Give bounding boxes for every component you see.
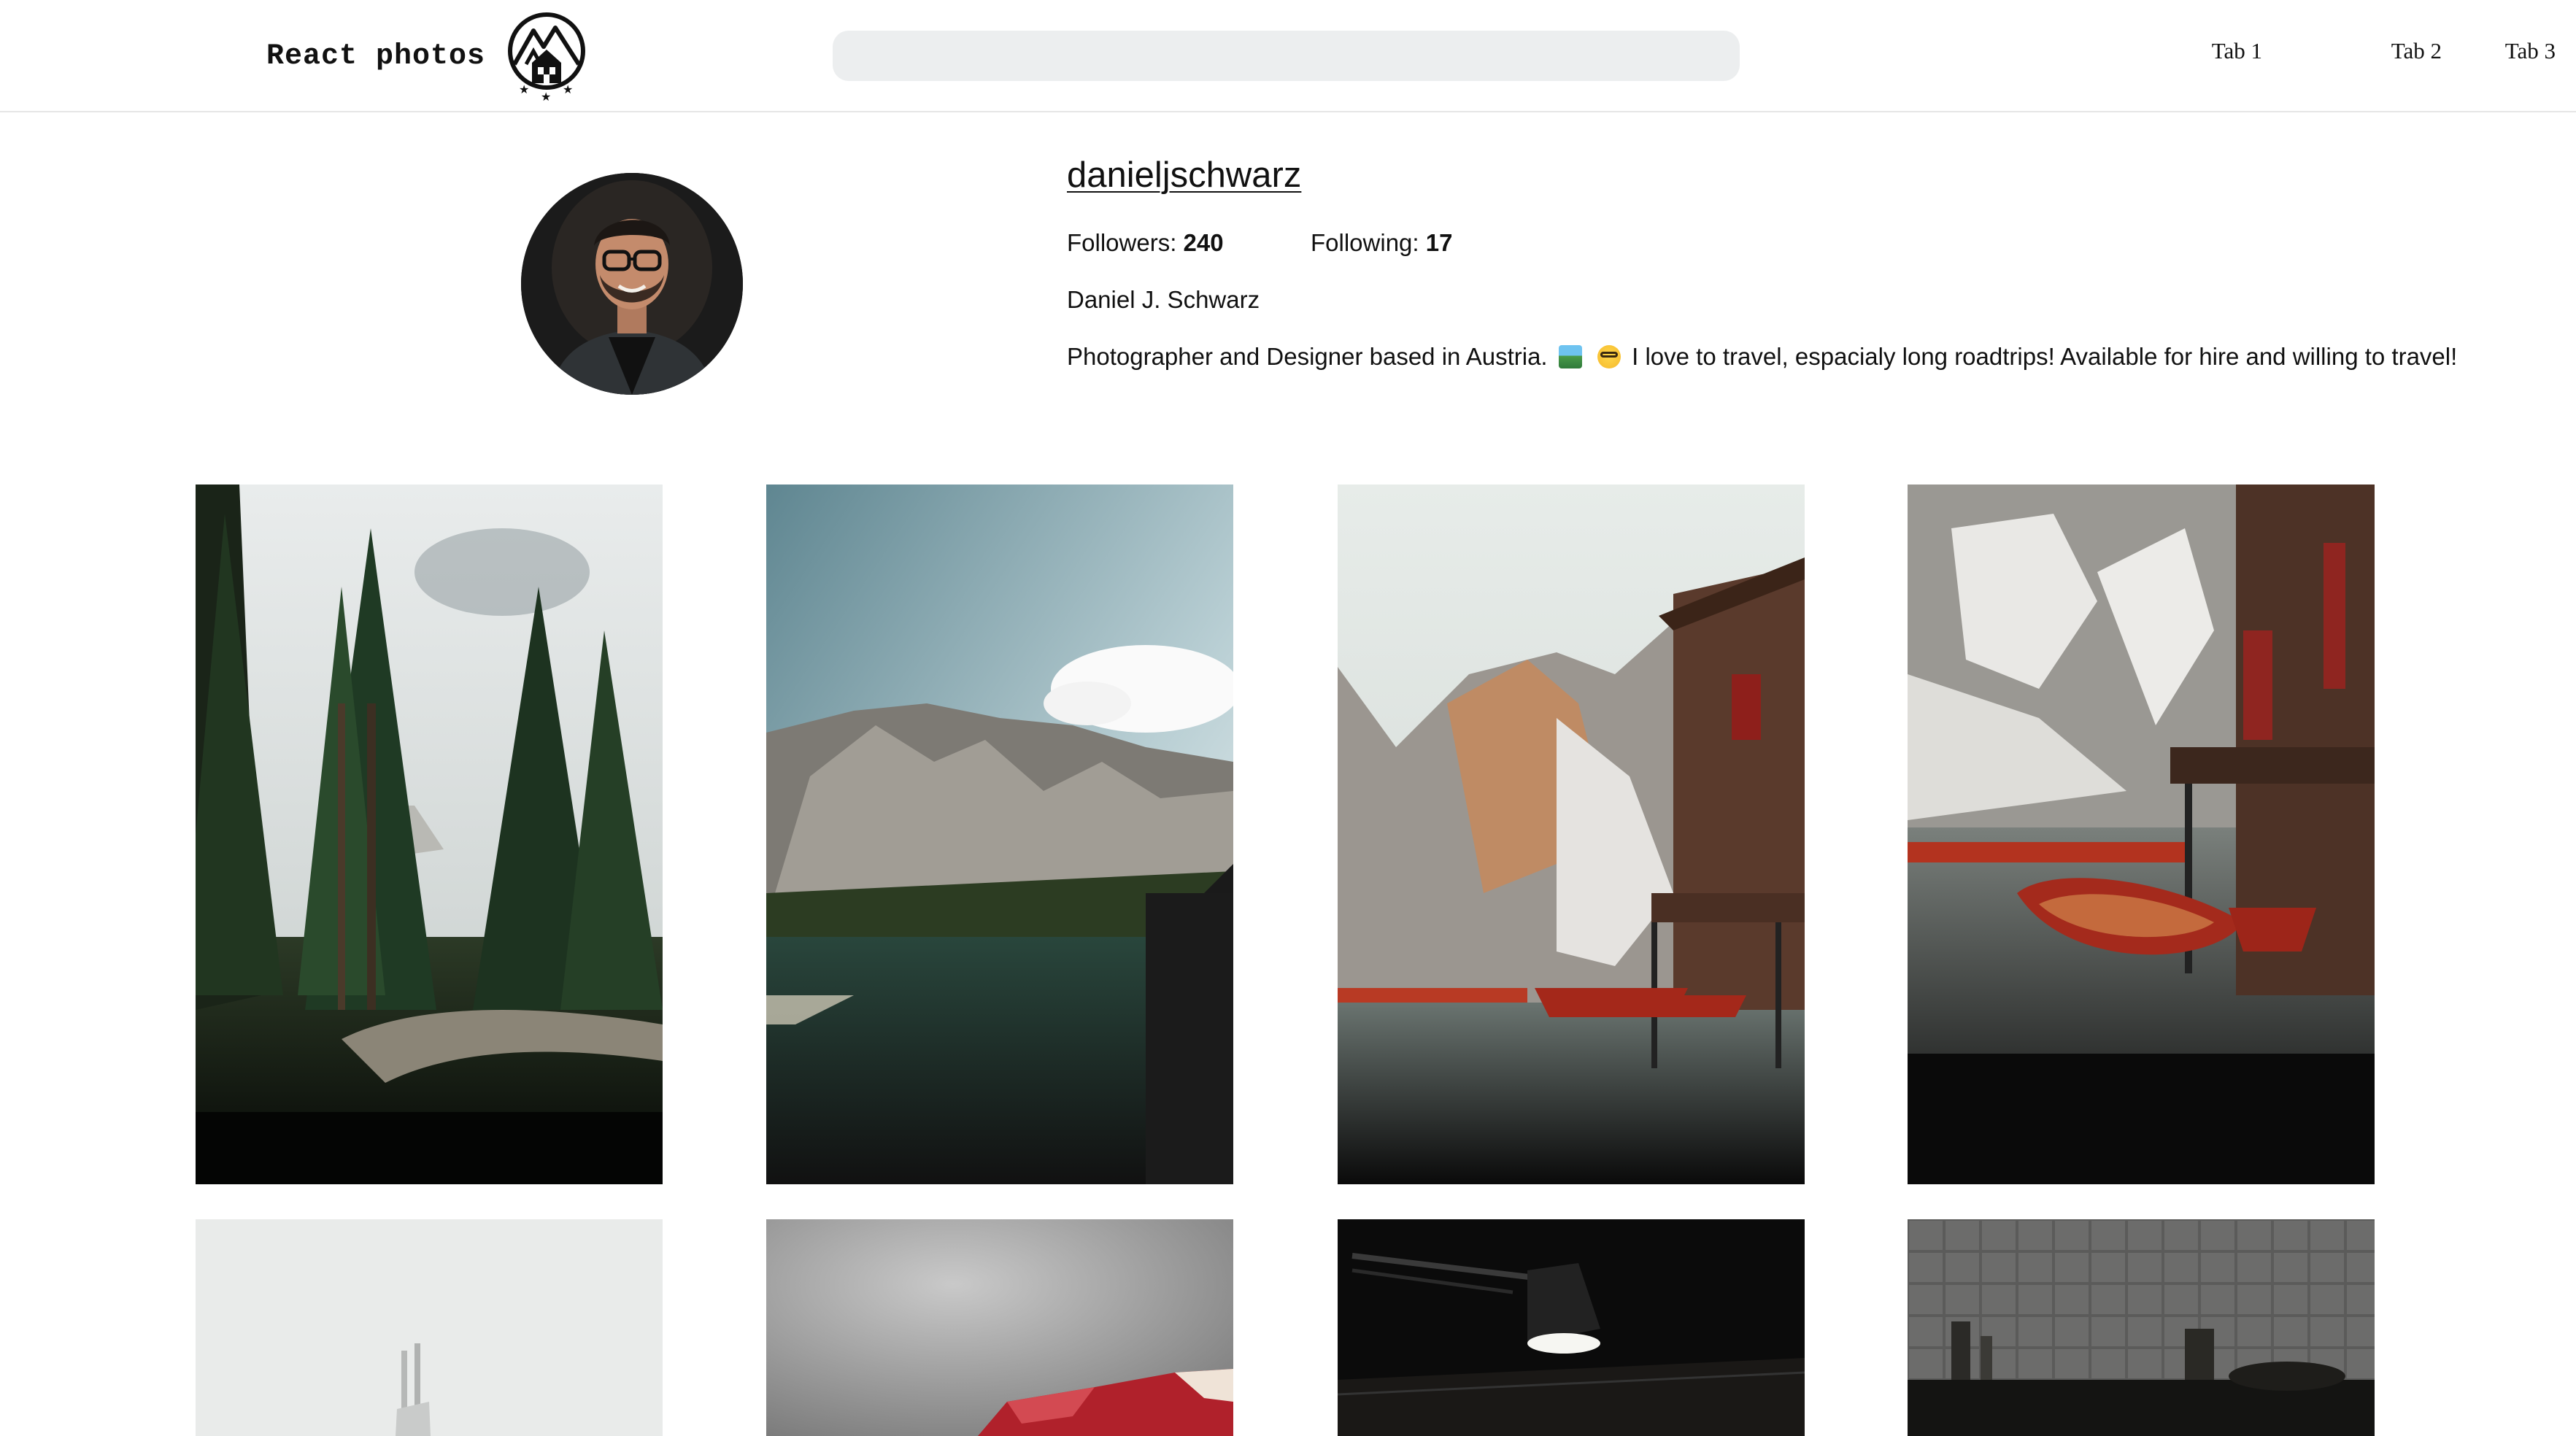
following-count: 17 xyxy=(1425,229,1453,256)
bio-text-end: I love to travel, espacialy long roadtri… xyxy=(1632,343,2458,370)
boathouse-mountain-image xyxy=(1338,485,1805,1184)
forest-path-image xyxy=(196,485,663,1184)
photo-red-fabric-grey-wall[interactable] xyxy=(766,1219,1233,1436)
red-fabric-image xyxy=(766,1219,1233,1436)
boathouse-red-boats-image xyxy=(1908,485,2375,1184)
brand[interactable]: React photos ★ ★ ★ xyxy=(266,10,587,102)
misty-tower-image xyxy=(196,1219,663,1436)
svg-text:★: ★ xyxy=(519,82,529,96)
mountain-lake-image xyxy=(766,485,1233,1184)
person-portrait-icon xyxy=(521,173,743,395)
svg-text:★: ★ xyxy=(541,90,551,102)
followers-count: 240 xyxy=(1183,229,1224,256)
nerd-face-emoji-icon xyxy=(1597,345,1621,368)
photo-boathouse-red-boats[interactable] xyxy=(1908,485,2375,1184)
photo-mountain-lake[interactable] xyxy=(766,485,1233,1184)
tab-2[interactable]: Tab 2 xyxy=(2391,38,2442,64)
tab-3[interactable]: Tab 3 xyxy=(2505,38,2556,64)
following-label: Following: xyxy=(1311,229,1419,256)
photo-emoji-icon xyxy=(1558,345,1582,368)
bio-text-start: Photographer and Designer based in Austr… xyxy=(1067,343,1548,370)
photo-misty-tower[interactable] xyxy=(196,1219,663,1436)
profile-full-name: Daniel J. Schwarz xyxy=(1067,286,1260,313)
photo-boathouse-mountain[interactable] xyxy=(1338,485,1805,1184)
svg-text:★: ★ xyxy=(563,82,573,96)
mountain-house-logo-icon: ★ ★ ★ xyxy=(508,12,586,102)
top-navbar: React photos ★ ★ ★ Tab 1 Tab 2 Tab 3 xyxy=(0,0,2576,112)
photo-forest-path[interactable] xyxy=(196,485,663,1184)
profile-bio: Photographer and Designer based in Austr… xyxy=(1067,343,2457,371)
following-stat[interactable]: Following: 17 xyxy=(1311,229,1452,257)
profile-username[interactable]: danieljschwarz xyxy=(1067,155,1301,196)
photo-tiled-kitchen[interactable] xyxy=(1908,1219,2375,1436)
desk-lamp-image xyxy=(1338,1219,1805,1436)
tab-1[interactable]: Tab 1 xyxy=(2212,38,2262,64)
photo-desk-lamp-dark[interactable] xyxy=(1338,1219,1805,1436)
search-input[interactable] xyxy=(833,31,1740,81)
tiled-kitchen-image xyxy=(1908,1219,2375,1436)
profile-avatar xyxy=(521,173,743,395)
followers-stat[interactable]: Followers: 240 xyxy=(1067,229,1224,257)
followers-label: Followers: xyxy=(1067,229,1177,256)
brand-name: React photos xyxy=(266,39,486,73)
